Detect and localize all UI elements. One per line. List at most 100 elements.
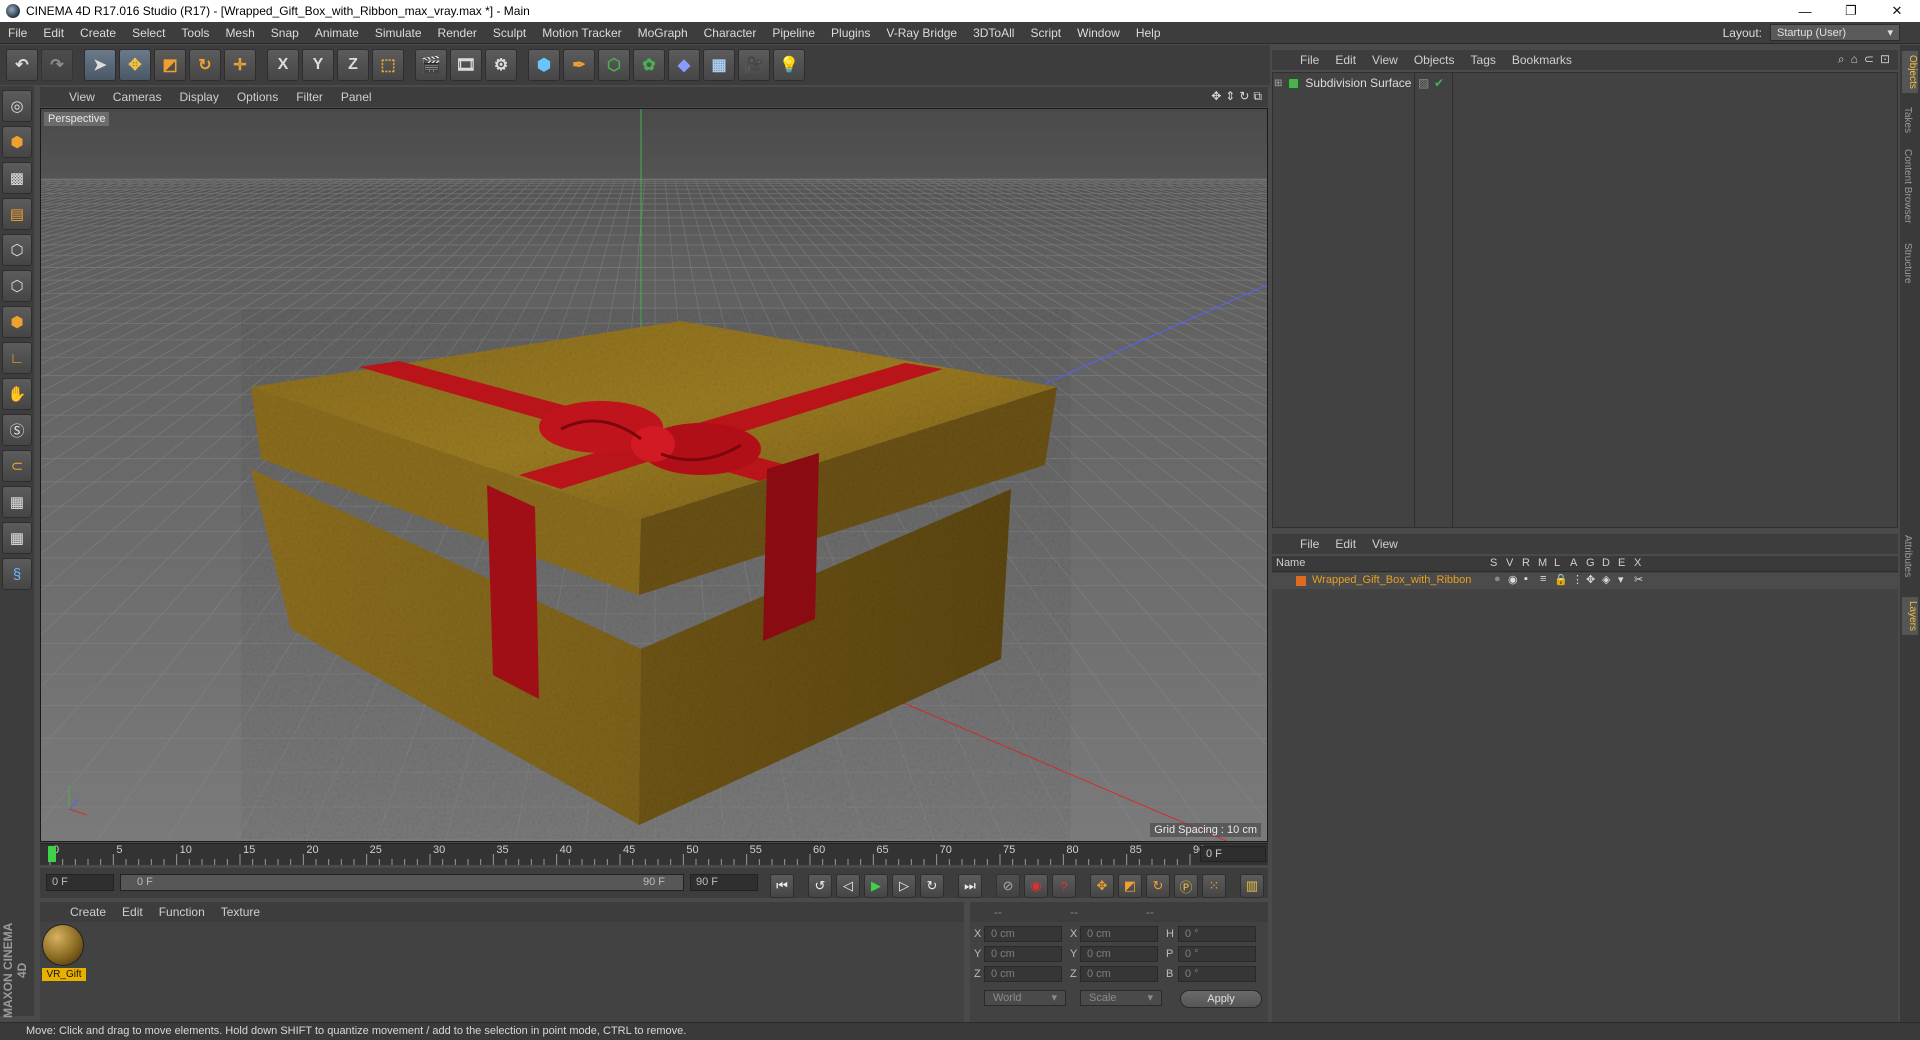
menu-mesh[interactable]: Mesh [217,26,262,40]
size-x-field[interactable]: 0 cm [1080,926,1158,942]
scale-tool-button[interactable]: ◩ [154,49,186,81]
rotation-p-field[interactable]: 0 ° [1178,946,1256,962]
menu-character[interactable]: Character [696,26,765,40]
workplane-mode-button[interactable]: ▤ [2,198,32,230]
locked-workplane-button[interactable]: ▦ [2,522,32,554]
coordinate-space-dropdown[interactable]: World ▾ [984,990,1066,1006]
expand-icon[interactable]: ⊞ [1274,78,1282,89]
material-swatch[interactable]: VR_Gift [42,924,86,982]
current-frame-field[interactable]: 0 F [1200,846,1266,862]
layer-render-icon[interactable]: ▪ [1524,573,1528,585]
position-y-field[interactable]: 0 cm [984,946,1062,962]
viewport-menu-view[interactable]: View [60,90,104,104]
layer-col-generators[interactable]: G [1586,557,1595,569]
live-selection-button[interactable]: ➤ [84,49,116,81]
timeline-ruler[interactable]: 051015202530354045505560657075808590 [40,843,1268,865]
rotate-tool-button[interactable]: ↻ [189,49,221,81]
material-menu-texture[interactable]: Texture [213,905,268,919]
magnet-button[interactable]: ⊂ [2,450,32,482]
add-nurbs-button[interactable]: ⬡ [598,49,630,81]
menu-mograph[interactable]: MoGraph [630,26,696,40]
menu-3dtoall[interactable]: 3DToAll [965,26,1022,40]
model-mode-button[interactable]: ⬢ [2,126,32,158]
add-cube-button[interactable]: ⬢ [528,49,560,81]
menu-window[interactable]: Window [1069,26,1128,40]
layer-lock-icon[interactable]: 🔒 [1554,573,1568,586]
layer-col-view[interactable]: V [1506,557,1513,569]
material-menu-edit[interactable]: Edit [114,905,151,919]
material-menu-function[interactable]: Function [151,905,213,919]
add-camera-button[interactable]: 🎥 [738,49,770,81]
make-editable-button[interactable]: ◎ [2,90,32,122]
y-axis-lock-button[interactable]: Y [302,49,334,81]
visibility-toggle-icon[interactable]: ▨ [1418,76,1429,90]
viewport-menu-options[interactable]: Options [228,90,287,104]
layer-generator-icon[interactable]: ✥ [1586,573,1595,586]
menu-script[interactable]: Script [1022,26,1069,40]
autokey-button[interactable]: ◉ [1024,874,1048,898]
key-pla-button[interactable]: ⁙ [1202,874,1226,898]
layer-solo-icon[interactable]: ● [1494,573,1501,585]
gift-box-model[interactable] [241,309,1071,839]
maximize-view-icon[interactable]: ⧉ [1253,89,1262,104]
size-y-field[interactable]: 0 cm [1080,946,1158,962]
apply-button[interactable]: Apply [1180,990,1262,1008]
viewport-menu-cameras[interactable]: Cameras [104,90,171,104]
key-rotation-button[interactable]: ↻ [1146,874,1170,898]
play-button[interactable]: ▶ [864,874,888,898]
tab-layers[interactable]: Layers [1902,597,1918,636]
rotation-b-field[interactable]: 0 ° [1178,966,1256,982]
objects-menu-view[interactable]: View [1364,53,1406,67]
link-icon[interactable]: ⊂ [1864,52,1874,67]
menu-pipeline[interactable]: Pipeline [764,26,823,40]
next-frame-button[interactable]: ▷ [892,874,916,898]
menu-render[interactable]: Render [430,26,485,40]
layer-col-xref[interactable]: X [1634,557,1641,569]
layer-animation-icon[interactable]: ⋮ [1572,573,1583,586]
orbit-view-icon[interactable]: ↻ [1239,89,1249,104]
z-axis-lock-button[interactable]: Z [337,49,369,81]
position-x-field[interactable]: 0 cm [984,926,1062,942]
go-to-end-button[interactable]: ⏭ [958,874,982,898]
objects-menu-bookmarks[interactable]: Bookmarks [1504,53,1580,67]
viewport-menu-panel[interactable]: Panel [332,90,381,104]
polygons-mode-button[interactable]: ⬢ [2,306,32,338]
render-settings-button[interactable]: ⚙ [485,49,517,81]
close-button[interactable]: ✕ [1874,0,1920,22]
dolly-view-icon[interactable]: ⇕ [1225,89,1235,104]
points-mode-button[interactable]: ⬡ [2,234,32,266]
render-view-button[interactable]: 🎬 [415,49,447,81]
menu-sculpt[interactable]: Sculpt [485,26,534,40]
menu-select[interactable]: Select [124,26,173,40]
minimize-button[interactable]: — [1782,0,1828,22]
add-spline-button[interactable]: ✒ [563,49,595,81]
go-to-start-button[interactable]: ⏮ [770,874,794,898]
viewport-menu-display[interactable]: Display [170,90,227,104]
menu-tools[interactable]: Tools [173,26,217,40]
menu-vray-bridge[interactable]: V-Ray Bridge [878,26,965,40]
tweak-mode-button[interactable]: ✋ [2,378,32,410]
undo-button[interactable]: ↶ [6,49,38,81]
start-frame-field[interactable]: 0 F [46,874,114,891]
menu-simulate[interactable]: Simulate [367,26,430,40]
objects-menu-file[interactable]: File [1292,53,1327,67]
menu-animate[interactable]: Animate [307,26,367,40]
layer-xref-icon[interactable]: ✂ [1634,573,1643,586]
objects-menu-tags[interactable]: Tags [1463,53,1504,67]
x-axis-lock-button[interactable]: X [267,49,299,81]
move-tool-button[interactable]: ✥ [119,49,151,81]
layer-col-manager[interactable]: M [1538,557,1547,569]
tab-content-browser[interactable]: Content Browser [1902,149,1913,223]
objects-menu-edit[interactable]: Edit [1327,53,1364,67]
material-menu-create[interactable]: Create [62,905,114,919]
menu-help[interactable]: Help [1128,26,1169,40]
previous-frame-button[interactable]: ◁ [836,874,860,898]
menu-file[interactable]: File [0,26,35,40]
render-picture-viewer-button[interactable]: 🎞 [450,49,482,81]
menu-create[interactable]: Create [72,26,124,40]
new-window-icon[interactable]: ⊡ [1880,52,1890,67]
menu-plugins[interactable]: Plugins [823,26,878,40]
search-icon[interactable]: ⌕ [1838,52,1845,67]
objects-menu-objects[interactable]: Objects [1406,53,1463,67]
timeline-window-button[interactable]: ▥ [1240,874,1264,898]
